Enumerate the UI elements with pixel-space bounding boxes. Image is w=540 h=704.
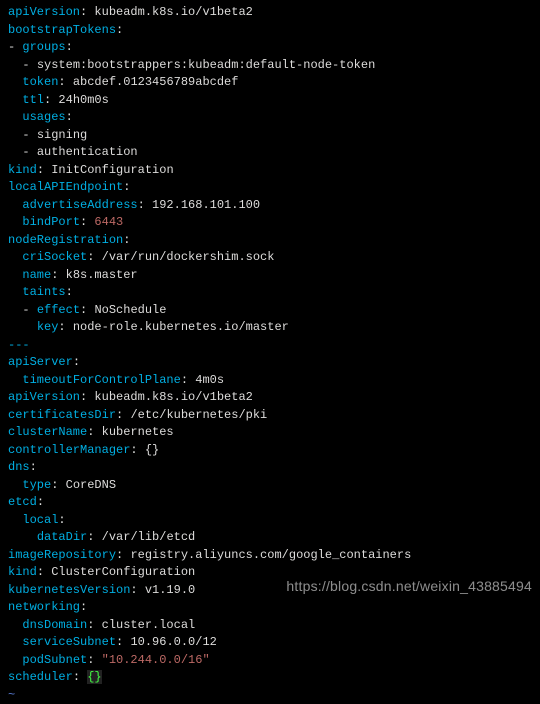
yaml-line: token: abcdef.0123456789abcdef — [8, 74, 532, 92]
yaml-line: - groups: — [8, 39, 532, 57]
yaml-line: controllerManager: {} — [8, 442, 532, 460]
yaml-line: clusterName: kubernetes — [8, 424, 532, 442]
yaml-line: type: CoreDNS — [8, 477, 532, 495]
vim-tilde: ~ — [8, 687, 532, 704]
yaml-line: - signing — [8, 127, 532, 145]
yaml-line: kind: ClusterConfiguration — [8, 564, 532, 582]
yaml-line: apiServer: — [8, 354, 532, 372]
yaml-line: local: — [8, 512, 532, 530]
yaml-line: networking: — [8, 599, 532, 617]
yaml-line: criSocket: /var/run/dockershim.sock — [8, 249, 532, 267]
yaml-line: dataDir: /var/lib/etcd — [8, 529, 532, 547]
yaml-line: dns: — [8, 459, 532, 477]
yaml-line: localAPIEndpoint: — [8, 179, 532, 197]
yaml-line: bootstrapTokens: — [8, 22, 532, 40]
yaml-line: key: node-role.kubernetes.io/master — [8, 319, 532, 337]
yaml-line: kind: InitConfiguration — [8, 162, 532, 180]
yaml-line: imageRepository: registry.aliyuncs.com/g… — [8, 547, 532, 565]
yaml-line: advertiseAddress: 192.168.101.100 — [8, 197, 532, 215]
yaml-doc-separator: --- — [8, 337, 532, 355]
terminal-yaml-content[interactable]: apiVersion: kubeadm.k8s.io/v1beta2 boots… — [8, 4, 532, 704]
yaml-line: apiVersion: kubeadm.k8s.io/v1beta2 — [8, 4, 532, 22]
yaml-line: apiVersion: kubeadm.k8s.io/v1beta2 — [8, 389, 532, 407]
yaml-line: certificatesDir: /etc/kubernetes/pki — [8, 407, 532, 425]
yaml-line: scheduler: {} — [8, 669, 532, 687]
yaml-line: - authentication — [8, 144, 532, 162]
yaml-line: usages: — [8, 109, 532, 127]
yaml-line: podSubnet: "10.244.0.0/16" — [8, 652, 532, 670]
yaml-line: - system:bootstrappers:kubeadm:default-n… — [8, 57, 532, 75]
yaml-line: nodeRegistration: — [8, 232, 532, 250]
yaml-line: serviceSubnet: 10.96.0.0/12 — [8, 634, 532, 652]
yaml-line: kubernetesVersion: v1.19.0 — [8, 582, 532, 600]
yaml-line: - effect: NoSchedule — [8, 302, 532, 320]
yaml-line: bindPort: 6443 — [8, 214, 532, 232]
yaml-line: ttl: 24h0m0s — [8, 92, 532, 110]
yaml-line: dnsDomain: cluster.local — [8, 617, 532, 635]
yaml-line: taints: — [8, 284, 532, 302]
yaml-line: name: k8s.master — [8, 267, 532, 285]
yaml-line: etcd: — [8, 494, 532, 512]
yaml-line: timeoutForControlPlane: 4m0s — [8, 372, 532, 390]
